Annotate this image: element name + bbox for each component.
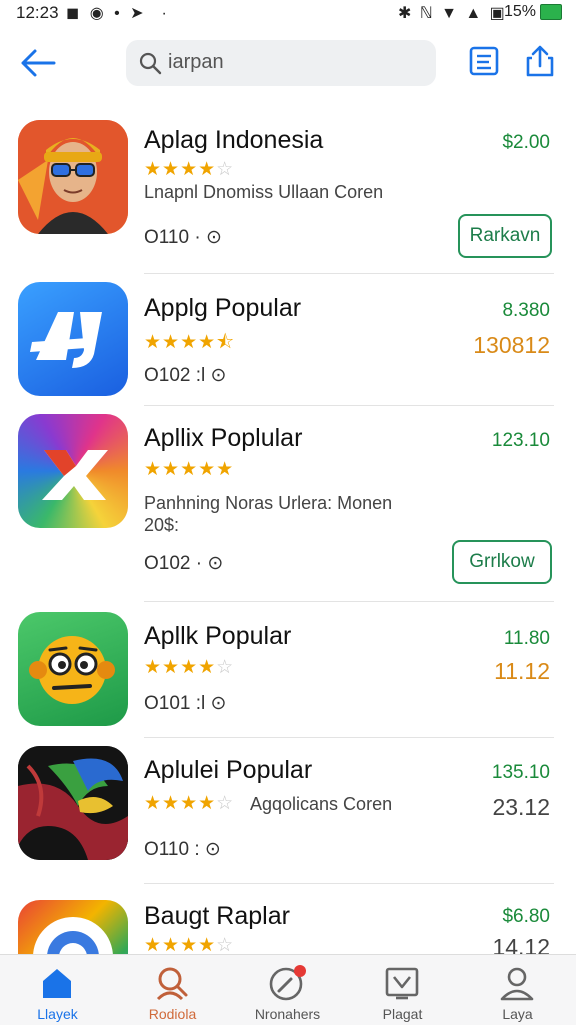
nav-item-llayek[interactable]: Llayek — [0, 955, 115, 1025]
nav-label: Rodiola — [148, 1006, 197, 1022]
signal-icons: ✱ ℕ ▼ ▲ ▣ — [398, 5, 507, 22]
app-icon-x — [18, 414, 128, 528]
app-secondary-value: 14.12 — [492, 934, 550, 954]
app-description: Agqolicans Coren — [250, 794, 393, 814]
app-meta: O102 · ⊙ — [144, 553, 224, 574]
app-description: Lnapnl Dnomiss Ullaan Coren — [144, 182, 384, 202]
get-button[interactable]: Grrlkow — [452, 540, 552, 584]
app-secondary-value: 11.12 — [494, 658, 550, 684]
app-name: Baugt Raplar — [144, 902, 290, 930]
rating-stars: ★★★★☆ — [144, 935, 235, 954]
rating-stars: ★★★★☆ — [144, 657, 235, 678]
app-price: $2.00 — [502, 132, 550, 153]
app-row[interactable]: Applg Popular ★★★★⯪ O102 :l ⊙ 8.380 1308… — [0, 274, 576, 406]
app-price: 135.10 — [491, 762, 550, 783]
app-meta: O110 · ⊙ — [144, 227, 222, 248]
battery-percent: 15% — [504, 3, 537, 20]
search-icon — [138, 51, 162, 75]
app-row[interactable]: Aplag Indonesia ★★★★☆ Lnapnl Dnomiss Ull… — [0, 108, 576, 274]
list-icon[interactable] — [468, 44, 500, 78]
rating-stars: ★★★★☆ — [144, 793, 235, 814]
app-name: Aplag Indonesia — [144, 126, 324, 154]
battery-icon — [540, 4, 562, 20]
nav-item-nronahers[interactable]: Nronahers — [230, 955, 345, 1025]
nav-item-plagat[interactable]: Plagat — [345, 955, 460, 1025]
rating-stars: ★★★★⯪ — [144, 332, 236, 353]
app-icon-avatar — [18, 120, 128, 234]
app-icon-abstract — [18, 746, 128, 860]
nav-label: Plagat — [382, 1006, 423, 1022]
rating-stars: ★★★★★ — [144, 459, 235, 480]
app-meta: O102 :l ⊙ — [144, 365, 227, 386]
share-icon[interactable] — [524, 44, 556, 78]
app-row[interactable]: Aplulei Popular ★★★★☆ Agqolicans Coren O… — [0, 738, 576, 884]
app-icon-aj — [18, 282, 128, 396]
notification-icons: ◼ ◉ • ➤ · — [66, 5, 170, 22]
nav-item-laya[interactable]: Laya — [460, 955, 575, 1025]
app-price: 8.380 — [502, 300, 550, 321]
app-name: Applg Popular — [144, 294, 302, 322]
get-button[interactable]: Rarkavn — [458, 214, 552, 258]
app-secondary-value: 130812 — [473, 332, 550, 358]
app-row[interactable]: Apllk Popular ★★★★☆ O101 :l ⊙ 11.80 11.1… — [0, 602, 576, 738]
app-icon-emoji — [18, 612, 128, 726]
app-price: $6.80 — [502, 906, 550, 927]
profile-icon — [497, 965, 537, 1001]
home-icon — [37, 965, 77, 1001]
app-meta: O110 : ⊙ — [144, 839, 221, 860]
compass-icon — [267, 965, 307, 1001]
rating-stars: ★★★★☆ — [144, 159, 235, 180]
app-icon-circle — [18, 900, 128, 954]
app-name: Apllk Popular — [144, 622, 292, 650]
status-bar: 12:23 ◼ ◉ • ➤ · ✱ ℕ ▼ ▲ ▣ 15% — [0, 0, 576, 26]
nav-label: Llayek — [37, 1006, 78, 1022]
app-price: 11.80 — [503, 628, 550, 649]
search-person-icon — [152, 965, 192, 1001]
app-name: Apllix Poplular — [144, 424, 303, 452]
search-bar[interactable]: iarpan — [126, 40, 436, 86]
app-secondary-value: 23.12 — [492, 794, 550, 820]
app-meta: O101 :l ⊙ — [144, 693, 227, 714]
nav-label: Laya — [502, 1006, 533, 1022]
app-price: 123.10 — [491, 430, 550, 451]
nav-label: Nronahers — [254, 1006, 321, 1022]
nav-item-rodiola[interactable]: Rodiola — [115, 955, 230, 1025]
app-row[interactable]: Apllix Poplular ★★★★★ Panhning Noras Url… — [0, 406, 576, 602]
back-arrow-icon[interactable] — [18, 46, 58, 80]
search-input[interactable]: iarpan — [168, 51, 224, 74]
app-description: Panhning Noras Urlera: Monen 20$: — [144, 493, 393, 535]
status-time: 12:23 — [16, 3, 59, 22]
app-row[interactable]: Baugt Raplar ★★★★☆ $6.80 14.12 — [0, 884, 576, 954]
bottom-nav: Llayek Rodiola Nronahers Plagat Laya — [0, 954, 576, 1025]
download-icon — [382, 965, 422, 1001]
app-name: Aplulei Popular — [144, 756, 313, 784]
